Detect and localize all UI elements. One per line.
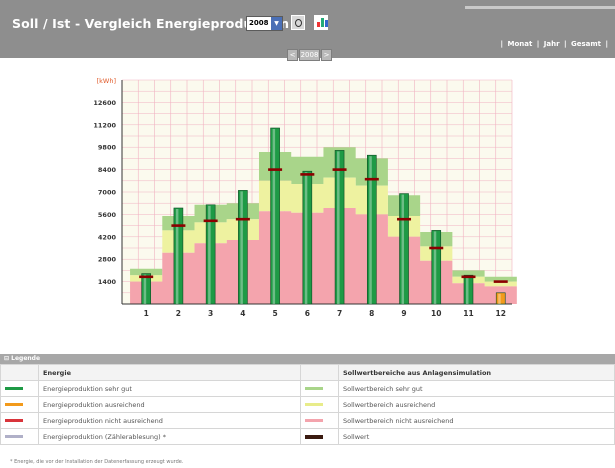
header-top-line	[465, 6, 615, 9]
bar-highlight	[465, 276, 469, 304]
legend-label: Sollwertbereich sehr gut	[338, 380, 615, 397]
bar-highlight	[143, 274, 147, 304]
legend-swatch	[5, 387, 23, 390]
x-tick-label: 6	[305, 309, 310, 318]
current-year-label: 2008	[299, 49, 320, 61]
x-tick-label: 4	[240, 309, 245, 318]
nav-link-gesamt[interactable]: Gesamt	[571, 40, 601, 48]
y-tick-label: 8400	[98, 166, 117, 174]
legend: ⊟ Legende Energie Sollwertbereiche aus A…	[0, 354, 615, 445]
view-nav: | Monat | Jahr | Gesamt |	[500, 40, 609, 48]
target-marker	[364, 177, 379, 181]
footnote: * Energie, die vor der Installation der …	[10, 459, 184, 465]
legend-swatch	[305, 387, 323, 390]
x-tick-label: 7	[337, 309, 342, 318]
legend-header-energie: Energie	[38, 364, 301, 381]
x-tick-label: 10	[431, 309, 441, 318]
target-marker	[268, 168, 283, 171]
y-tick-label: 11200	[93, 121, 116, 129]
y-tick-label: 7000	[98, 189, 117, 197]
bar-highlight	[498, 293, 501, 304]
y-tick-label: 4200	[98, 233, 117, 241]
target-marker	[203, 219, 218, 223]
y-tick-label: 5600	[98, 211, 117, 219]
legend-table: Energie Sollwertbereiche aus Anlagensimu…	[0, 364, 615, 445]
bar-highlight	[272, 129, 276, 304]
x-tick-label: 5	[272, 309, 277, 318]
bar-highlight	[337, 151, 340, 304]
legend-label: Energieproduktion (Zählerablesung) *	[38, 428, 301, 445]
y-tick-label: 12600	[93, 99, 116, 107]
chart-icon[interactable]	[314, 15, 328, 30]
legend-row: Energieproduktion (Zählerablesung) * Sol…	[0, 428, 615, 445]
legend-label: Energieproduktion sehr gut	[38, 380, 301, 397]
x-tick-label: 12	[496, 309, 506, 318]
legend-swatch	[5, 403, 23, 406]
refresh-icon[interactable]	[291, 15, 305, 30]
bar-highlight	[240, 191, 243, 304]
x-tick-label: 1	[144, 309, 149, 318]
legend-swatch	[5, 435, 23, 438]
next-year-button[interactable]: >	[321, 49, 332, 61]
x-tick-label: 11	[463, 309, 473, 318]
legend-label: Sollwertbereich nicht ausreichend	[338, 412, 615, 429]
target-marker	[139, 275, 154, 279]
x-tick-label: 8	[369, 309, 374, 318]
legend-swatch	[305, 403, 323, 406]
x-tick-label: 9	[401, 309, 406, 318]
y-tick-label: 1400	[98, 278, 117, 286]
year-navigator: < 2008 >	[0, 49, 615, 62]
bar-highlight	[175, 209, 179, 304]
target-marker	[429, 246, 444, 250]
nav-link-monat[interactable]: Monat	[508, 40, 533, 48]
legend-header-spacer	[300, 364, 339, 381]
legend-row: Energieproduktion nicht ausreichend Soll…	[0, 412, 615, 429]
nav-link-jahr[interactable]: Jahr	[544, 40, 560, 48]
target-marker	[332, 168, 347, 171]
legend-row: Energieproduktion sehr gut Sollwertberei…	[0, 380, 615, 397]
bar-highlight	[433, 231, 437, 304]
legend-swatch	[305, 419, 323, 422]
x-tick-label: 3	[208, 309, 213, 318]
legend-label: Energieproduktion ausreichend	[38, 396, 301, 413]
legend-header-spacer	[0, 364, 39, 381]
legend-row: Energieproduktion ausreichend Sollwertbe…	[0, 396, 615, 413]
target-marker	[461, 275, 476, 279]
chevron-down-icon[interactable]: ▼	[271, 17, 282, 30]
bar-highlight	[304, 172, 308, 304]
bar-highlight	[401, 194, 405, 304]
legend-swatch	[305, 434, 323, 439]
year-select[interactable]: 2008 ▼	[246, 16, 283, 31]
target-marker	[171, 224, 186, 227]
legend-title[interactable]: ⊟ Legende	[0, 354, 615, 364]
legend-label: Energieproduktion nicht ausreichend	[38, 412, 301, 429]
energy-chart: 1400 2800 4200 5600 7000 8400 9800 11200 12600 [k…	[93, 77, 517, 318]
target-marker	[493, 280, 508, 283]
y-tick-label: 2800	[98, 256, 117, 264]
y-tick-label: 9800	[98, 144, 117, 152]
prev-year-button[interactable]: <	[287, 49, 298, 61]
target-marker	[300, 173, 315, 176]
legend-header-sollwert: Sollwertbereiche aus Anlagensimulation	[338, 364, 615, 381]
legend-label: Sollwertbereich ausreichend	[338, 396, 615, 413]
y-axis-label: [kWh]	[97, 77, 116, 85]
target-marker	[235, 217, 250, 221]
target-marker	[397, 217, 412, 221]
chart-area: 1400 2800 4200 5600 7000 8400 9800 11200 12600 [k…	[0, 62, 615, 354]
legend-label: Sollwert	[338, 428, 615, 445]
x-tick-label: 2	[176, 309, 181, 318]
legend-swatch	[5, 419, 23, 422]
year-select-value: 2008	[249, 19, 269, 27]
